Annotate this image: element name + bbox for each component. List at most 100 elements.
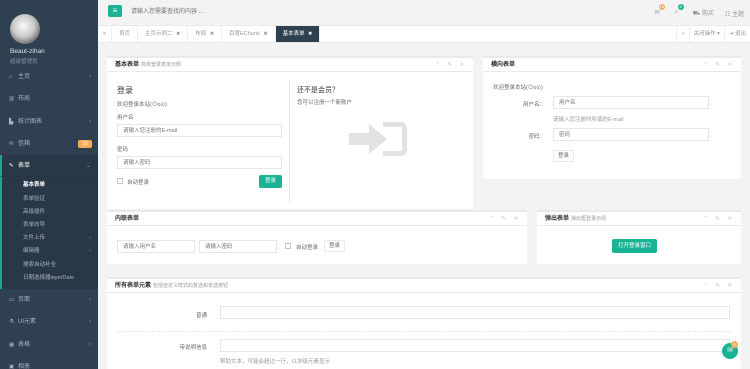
chevron-up-icon[interactable]: ⌃ <box>435 62 443 68</box>
username-input[interactable] <box>117 124 282 137</box>
topbar-right: ✉ 16 ♫ 8 ⛟ 购买 ☷ 主题 <box>655 4 744 20</box>
tab-basic-form[interactable]: 基本表单 ✖ <box>275 26 321 42</box>
tasks-badge: 8 <box>677 4 684 10</box>
panel-tools[interactable]: ⌃ ✎ ✕ <box>703 212 735 226</box>
tab-echarts[interactable]: 百度ECharts ✖ <box>222 26 276 42</box>
panel-tools[interactable]: ⌃ ✎ ✕ <box>703 58 735 72</box>
nav-item-label: 相册 <box>18 363 31 369</box>
nav-item-mailbox[interactable]: ✉ 信箱 16 <box>0 133 98 156</box>
submenu-item-basic-form[interactable]: 基本表单 <box>2 179 98 192</box>
chat-badge: 5 <box>731 341 738 348</box>
close-icon[interactable]: ✕ <box>727 216 735 222</box>
chevron-up-icon[interactable]: ⌃ <box>489 216 497 222</box>
buy-label: 购买 <box>701 11 714 17</box>
nav-item-layout[interactable]: ▥ 布局 <box>0 88 98 111</box>
close-icon[interactable]: ✕ <box>459 62 467 68</box>
close-tabs-dropdown[interactable]: 关闭操作 ▾ <box>688 26 724 42</box>
remember-checkbox[interactable] <box>117 178 123 184</box>
theme-button[interactable]: ☷ 主题 <box>725 9 744 18</box>
normal-input[interactable] <box>220 306 730 319</box>
modal-form-panel: 弹出表单 弹出框登录示例 ⌃ ✎ ✕ 打开登录窗口 <box>537 210 741 264</box>
panel-tools[interactable]: ⌃ ✎ ✕ <box>703 279 735 293</box>
submenu-item-editor[interactable]: 编辑器 ‹ <box>2 245 98 258</box>
tab-home2[interactable]: 主页示例二 ✖ <box>138 26 189 42</box>
username-input[interactable] <box>553 96 709 109</box>
inline-password-input[interactable] <box>199 240 277 253</box>
nav-item-label: 信箱 <box>18 140 31 147</box>
tabs-scroll-left-button[interactable]: « <box>98 26 112 42</box>
panel-tools[interactable]: ⌃ ✎ ✕ <box>435 58 467 72</box>
password-label: 密码 <box>117 147 129 153</box>
close-icon[interactable]: ✖ <box>210 26 214 42</box>
envelope-icon: ✉ <box>9 140 14 147</box>
wrench-icon[interactable]: ✎ <box>715 216 723 222</box>
logout-button[interactable]: ⇥ 退出 <box>723 26 750 42</box>
nav-item-gallery[interactable]: ▣ 相册 <box>0 356 98 369</box>
buy-button[interactable]: ⛟ 购买 <box>693 8 714 18</box>
submenu-item-datepicker[interactable]: 日期选择器layerDate <box>2 272 98 285</box>
close-icon[interactable]: ✖ <box>308 26 312 42</box>
nav-item-tables[interactable]: ▦ 表格 ‹ <box>0 334 98 356</box>
chevron-up-icon[interactable]: ⌃ <box>703 283 711 289</box>
login-submit-button[interactable]: 登录 <box>553 150 575 162</box>
tab-label: 百度ECharts <box>229 31 260 37</box>
wrench-icon[interactable]: ✎ <box>715 62 723 68</box>
submenu-item-validation[interactable]: 表单验证 <box>2 193 98 206</box>
tab-layout[interactable]: 布局 ✖ <box>188 26 223 42</box>
avatar[interactable] <box>10 14 40 44</box>
open-login-modal-button[interactable]: 打开登录窗口 <box>612 239 658 253</box>
panel-tools[interactable]: ⌃ ✎ ✕ <box>489 212 521 226</box>
menu-toggle-button[interactable]: ≡ <box>108 5 122 17</box>
password-input[interactable] <box>553 128 709 141</box>
normal-label: 普通 <box>195 313 207 319</box>
columns-icon: ▥ <box>9 96 15 103</box>
chevron-left-icon: ‹ <box>89 74 91 80</box>
nav-item-label: 表格 <box>18 341 31 348</box>
inline-username-input[interactable] <box>117 240 195 253</box>
nav-item-forms[interactable]: ✎ 表单 ⌄ <box>0 155 98 178</box>
password-input[interactable] <box>117 156 282 169</box>
messages-button[interactable]: ✉ 16 <box>655 4 666 17</box>
remember-label: 自动登录 <box>127 180 150 186</box>
nav-item-home[interactable]: ⌂ 主页 ‹ <box>0 66 98 89</box>
wrench-icon[interactable]: ✎ <box>501 216 509 222</box>
submenu-item-wizard[interactable]: 表单向导 <box>2 219 98 232</box>
close-icon[interactable]: ✕ <box>513 216 521 222</box>
desktop-icon: ▭ <box>9 296 15 303</box>
nav-item-charts[interactable]: ▙ 统计图表 ‹ <box>0 111 98 133</box>
close-icon[interactable]: ✕ <box>727 62 735 68</box>
wrench-icon[interactable]: ✎ <box>447 62 455 68</box>
inline-login-button[interactable]: 登录 <box>324 240 346 252</box>
nav-item-ui[interactable]: ⚗ UI元素 ‹ <box>0 311 98 334</box>
tabs-scroll-right-button[interactable]: » <box>676 26 688 42</box>
profile-role[interactable]: 超级管理员 <box>10 57 98 65</box>
topbar: ≡ ✉ 16 ♫ 8 ⛟ 购买 ☷ 主题 <box>98 0 750 26</box>
panel-title-text: 所有表单元素 <box>115 283 152 289</box>
nav-item-label: 页面 <box>18 296 31 303</box>
wrench-icon[interactable]: ✎ <box>715 283 723 289</box>
help-label: 带说明信息 <box>179 345 207 351</box>
tasks-button[interactable]: ♫ 8 <box>674 4 684 17</box>
login-submit-button[interactable]: 登录 <box>259 175 283 188</box>
cart-icon: ⛟ <box>692 11 701 17</box>
submenu-item-advanced[interactable]: 高级插件 <box>2 206 98 219</box>
password-label: 密码： <box>528 134 545 140</box>
profile-name[interactable]: Beaut-zihan <box>10 48 98 55</box>
panel-title-text: 内联表单 <box>115 216 140 222</box>
nav-item-pages[interactable]: ▭ 页面 ‹ <box>0 289 98 312</box>
close-icon[interactable]: ✖ <box>176 26 180 42</box>
search-input[interactable] <box>131 6 271 18</box>
help-input[interactable] <box>220 339 730 352</box>
panel-title: 横向表单 ⌃ ✎ ✕ <box>483 58 741 72</box>
close-icon[interactable]: ✖ <box>263 26 267 42</box>
chevron-up-icon[interactable]: ⌃ <box>703 216 711 222</box>
home-icon: ⌂ <box>9 74 13 80</box>
profile-block: Beaut-zihan 超级管理员 <box>0 0 98 66</box>
submenu-item-autocomplete[interactable]: 搜索自动补全 <box>2 259 98 272</box>
submenu-item-upload[interactable]: 文件上传 ‹ <box>2 232 98 245</box>
close-icon[interactable]: ✕ <box>727 283 735 289</box>
submenu-item-label: 文件上传 <box>23 235 46 242</box>
inline-remember-checkbox[interactable] <box>285 243 291 249</box>
chevron-up-icon[interactable]: ⌃ <box>703 62 711 68</box>
tab-home[interactable]: 首页 <box>112 26 139 42</box>
